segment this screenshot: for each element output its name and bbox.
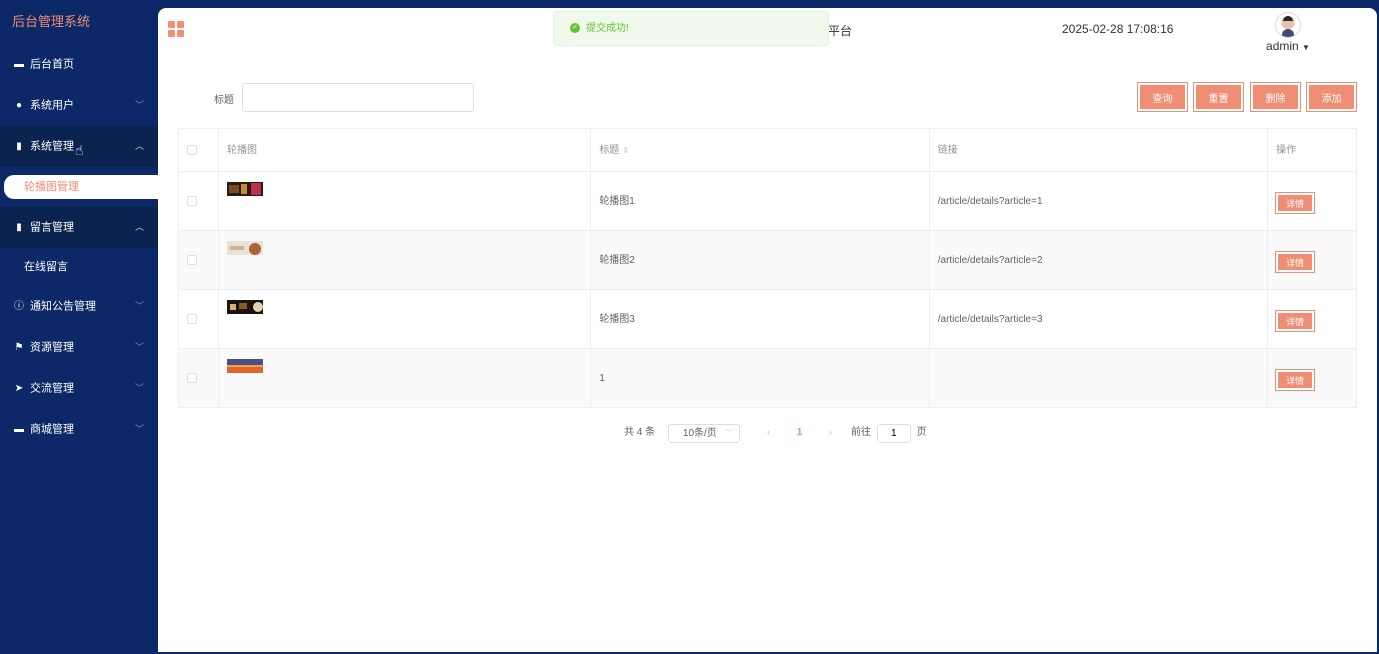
row-link: /article/details?article=3 [930,290,1269,348]
menu-item-notice-manage[interactable]: ⓘ 通知公告管理 ﹀ [0,286,158,327]
chevron-down-icon: ﹀ [134,424,144,434]
column-header-label: 标题 [599,145,620,156]
menu-item-label: 通知公告管理 [30,300,96,313]
current-datetime: 2025-02-28 17:08:16 [1062,22,1174,36]
search-row: 标题 查询 重置 删除 添加 [158,82,1377,113]
row-checkbox[interactable] [187,314,197,324]
menu-item-label: 后台首页 [30,58,74,71]
select-all-checkbox[interactable] [187,145,197,155]
chevron-up-icon: ︿ [134,222,144,232]
menu-item-mall-manage[interactable]: ▬ 商城管理 ﹀ [0,409,158,450]
row-link: /article/details?article=1 [930,172,1269,230]
table-row: 轮播图3 /article/details?article=3 详情 [179,290,1356,349]
user-icon: ● [15,100,23,111]
detail-button[interactable]: 详情 [1275,369,1316,391]
menu-item-resource-manage[interactable]: ⚑ 资源管理 ﹀ [0,327,158,368]
toast-message: 提交成功! [586,23,629,34]
page-number[interactable]: 1 [785,423,813,443]
row-title: 轮播图1 [591,172,930,230]
query-button[interactable]: 查询 [1137,82,1188,112]
row-checkbox[interactable] [187,373,197,383]
menu-item-label: 交流管理 [30,382,74,395]
row-title: 1 [591,349,930,407]
pagination-total: 共 4 条 [624,427,656,438]
column-header-link: 链接 [930,129,1269,171]
menu-item-home[interactable]: ▬ 后台首页 [0,44,158,85]
carousel-thumbnail [226,300,263,314]
row-checkbox[interactable] [187,196,197,206]
row-checkbox[interactable] [187,255,197,265]
chevron-down-icon: ﹀ [134,301,144,311]
detail-button[interactable]: 详情 [1275,251,1316,273]
goto-label: 前往 [851,427,872,438]
title-search-input[interactable] [242,83,474,112]
menu-item-label: 留言管理 [30,221,74,234]
chevron-down-icon: ﹀ [725,429,733,437]
chevron-up-icon: ︿ [134,141,144,151]
carousel-thumbnail [226,241,263,255]
column-header-action: 操作 [1276,145,1297,156]
hand-cursor-icon: ☝ [75,142,84,158]
chevron-down-icon: ﹀ [134,383,144,393]
chevron-down-icon: ﹀ [134,342,144,352]
grid-menu-icon[interactable] [168,21,184,37]
row-title: 轮播图3 [591,290,930,348]
detail-button[interactable]: 详情 [1275,192,1316,214]
menu-item-label: 系统管理 [30,140,74,153]
goto-page-input[interactable] [876,423,911,443]
delete-button[interactable]: 删除 [1250,82,1301,112]
user-menu[interactable]: admin ▼ [1258,12,1318,53]
device-icon: ▬ [14,424,24,435]
add-button[interactable]: 添加 [1306,82,1357,112]
reset-button[interactable]: 重置 [1193,82,1244,112]
carousel-thumbnail [226,182,263,196]
bar-chart-icon: ▮ [16,141,22,152]
sort-icon[interactable]: ⇕ [622,146,629,155]
goto-suffix: 页 [916,427,927,438]
page-size-value: 10条/页 [682,427,717,439]
pagination: 共 4 条 10条/页 ﹀ ‹ 1 › 前往 页 [624,423,927,443]
menu-item-message-manage[interactable]: ▮ 留言管理 ︿ [0,207,158,248]
submenu-item-carousel[interactable]: 轮播图管理 [4,175,158,199]
platform-title: 平台 [828,24,853,38]
search-label: 标题 [214,95,234,106]
carousel-thumbnail [226,359,263,373]
table-row: 1 详情 [179,349,1356,408]
main-panel: 平台 2025-02-28 17:08:16 admin ▼ ✓ 提交成功! 标题… [158,8,1377,652]
menu-item-label: 资源管理 [30,341,74,354]
send-icon: ➤ [14,383,24,394]
carousel-table: 轮播图 标题 ⇕ 链接 操作 轮播图1 /article/details?arti… [178,128,1357,408]
row-link [930,349,1269,407]
bar-chart-icon: ▮ [16,222,22,233]
menu-item-system-users[interactable]: ● 系统用户 ﹀ [0,85,158,126]
avatar[interactable] [1275,12,1301,38]
table-row: 轮播图1 /article/details?article=1 详情 [179,172,1356,231]
username[interactable]: admin [1266,39,1299,53]
sidebar: 后台管理系统 ▬ 后台首页 ● 系统用户 ﹀ ▮ 系统管理 ︿ 轮播图管理 ▮ 留言管理… [0,0,158,654]
detail-button[interactable]: 详情 [1275,310,1316,332]
flag-icon: ⚑ [14,342,24,353]
brand-title: 后台管理系统 [12,14,91,29]
menu-item-exchange-manage[interactable]: ➤ 交流管理 ﹀ [0,368,158,409]
monitor-icon: ▬ [14,59,24,70]
menu-item-label: 商城管理 [30,423,74,436]
row-link: /article/details?article=2 [930,231,1269,289]
success-toast: ✓ 提交成功! [553,11,829,46]
prev-page-button[interactable]: ‹ [755,423,783,443]
caret-down-icon: ▼ [1302,43,1310,52]
info-icon: ⓘ [14,301,24,312]
check-circle-icon: ✓ [570,23,580,34]
next-page-button[interactable]: › [816,423,844,443]
page-size-select[interactable]: 10条/页 ﹀ [667,423,740,443]
row-title: 轮播图2 [591,231,930,289]
table-header: 轮播图 标题 ⇕ 链接 操作 [179,129,1356,172]
chevron-down-icon: ﹀ [134,100,144,110]
column-header-image: 轮播图 [219,129,592,171]
column-header-title[interactable]: 标题 ⇕ [591,129,930,171]
submenu-item-online-message[interactable]: 在线留言 [0,248,158,286]
table-row: 轮播图2 /article/details?article=2 详情 [179,231,1356,290]
menu-item-label: 系统用户 [30,99,74,112]
